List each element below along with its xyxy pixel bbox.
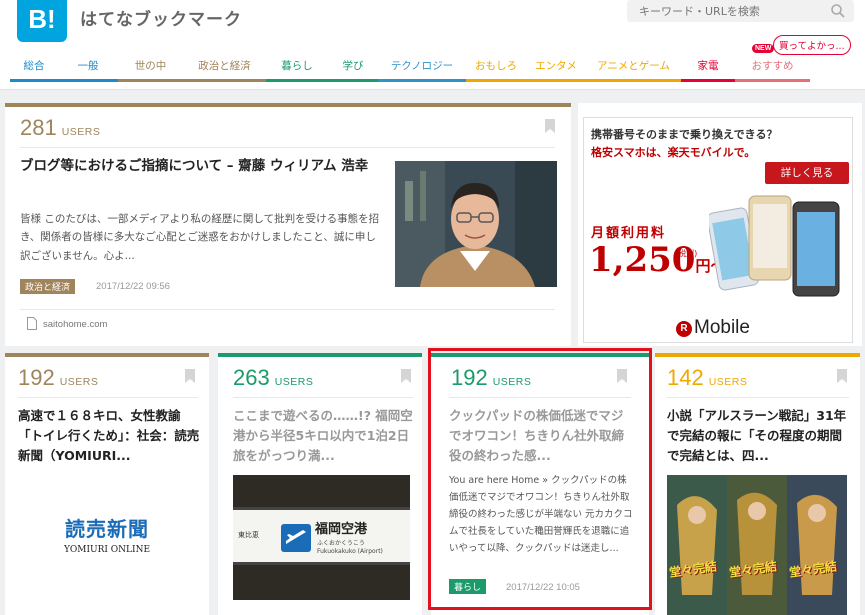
entry-photo[interactable]: 東比恵 福岡空港 ふくおかくうこう Fukuokakuko (Airport) [233,475,410,600]
brand-name[interactable]: はてなブックマーク [80,5,242,30]
category-tag[interactable]: 政治と経済 [20,279,76,294]
ad-price: 1,250円〜 [589,240,725,280]
divider [667,397,849,398]
page-icon [27,317,37,330]
bookmark-icon[interactable] [545,119,555,133]
nav-tab-2[interactable]: 世の中 [118,58,183,82]
yomiuri-logo-en: YOMIURI ONLINE [63,545,151,555]
search-icon[interactable] [830,3,846,19]
divider [233,397,413,398]
entry-card[interactable]: 192 USERS クックパッドの株価低迷でマジでオワコン！ちきりん社外取締役の終… [431,353,649,615]
users-number: 142 [667,365,704,390]
users-number: 281 [20,115,57,140]
ad-line1: 携帯番号そのままで乗り換えできる？ [591,128,778,141]
nav-tab-6[interactable]: テクノロジー [378,58,466,82]
users-count[interactable]: 192 USERS [451,365,531,391]
main-entry-card[interactable]: 281 USERS ブログ等におけるご指摘について – 齋藤 ウィリアム 浩幸 皆… [5,103,571,346]
nav-tab-9[interactable]: アニメとゲーム [586,58,681,82]
divider [18,397,198,398]
bookmark-icon[interactable] [185,369,195,383]
rakuten-r-icon: R [676,321,692,337]
entry-title[interactable]: ここまで遊べるの……!? 福岡空港から半径5キロ以内で1泊2日旅をがっつり満..… [233,406,415,466]
category-tag[interactable]: 暮らし [449,579,487,594]
users-count[interactable]: 281 USERS [20,115,100,141]
recommend-bubble[interactable]: 買ってよかっ... [773,35,851,55]
card-top-bar [655,353,860,357]
search-box[interactable] [627,0,854,22]
bookmark-icon[interactable] [617,369,627,383]
nav-tab-4[interactable]: 暮らし [266,58,328,82]
ad-cta-button[interactable]: 詳しく見る [765,162,849,184]
new-badge: NEW [752,44,775,53]
card-top-bar [5,353,209,357]
airplane-icon [281,524,311,552]
ad-brand: R Mobile [676,317,750,339]
entry-title[interactable]: クックパッドの株価低迷でマジでオワコン！ちきりん社外取締役の終わった感... [449,406,634,466]
divider [20,147,555,148]
category-nav: 総合 一般 世の中 政治と経済 暮らし 学び テクノロジー おもしろ エンタメ アニメとゲーム 家電… [10,58,860,82]
entry-title[interactable]: 高速で１６８キロ、女性教諭「トイレ行くため」：社会：読売新聞（YOMIURI..… [18,406,200,466]
bookmark-icon[interactable] [837,369,847,383]
entry-summary: 皆様 このたびは、一部メディアより私の経歴に関して批判を受ける事態を招き、関係者… [20,213,380,262]
entry-date: 2017/12/22 09:56 [96,281,170,292]
phones-image [709,195,840,297]
hatena-logo[interactable]: B! [17,0,67,42]
users-number: 192 [451,365,488,390]
nav-tab-11[interactable]: おすすめ [735,58,810,82]
users-label: USERS [492,376,532,388]
entry-photo[interactable] [395,161,557,287]
users-label: USERS [274,376,314,388]
ad-price-label: 月額利用料 [591,226,667,241]
entry-card[interactable]: 192 USERS 高速で１６８キロ、女性教諭「トイレ行くため」：社会：読売新聞（… [5,353,209,615]
nav-tab-10[interactable]: 家電 [681,58,735,82]
ad-brand-name: Mobile [694,317,750,338]
search-input[interactable] [639,3,819,19]
entry-date: 2017/12/22 10:05 [506,582,580,593]
divider [449,397,631,398]
users-count[interactable]: 263 USERS [233,365,313,391]
entry-site[interactable]: saitohome.com [43,319,107,330]
station-sign: 東比恵 福岡空港 ふくおかくうこう Fukuokakuko (Airport) [233,507,410,565]
ad-price-value: 1,250 [589,240,696,280]
ad-line2: 格安スマホは、楽天モバイルで。 [591,146,756,159]
card-top-bar [431,353,649,357]
yomiuri-logo[interactable]: 読売新聞 YOMIURI ONLINE [5,513,209,555]
users-count[interactable]: 142 USERS [667,365,747,391]
ad-price-tax: (税別) [675,249,698,258]
nav-tab-3[interactable]: 政治と経済 [183,58,266,82]
users-number: 192 [18,365,55,390]
yomiuri-logo-jp: 読売新聞 [65,517,149,541]
entry-card[interactable]: 263 USERS ここまで遊べるの……!? 福岡空港から半径5キロ以内で1泊2日… [218,353,422,615]
nav-tab-7[interactable]: おもしろ [466,58,526,82]
bookmark-icon[interactable] [401,369,411,383]
station-sign-sub: ふくおかくうこう [317,540,365,547]
card-top-bar [5,103,571,107]
ad-frame: 携帯番号そのままで乗り換えできる？ 格安スマホは、楽天モバイルで。 詳しく見る … [583,117,853,343]
nav-tab-1[interactable]: 一般 [58,58,118,82]
entry-card[interactable]: 142 USERS 小説「アルスラーン戦記」31年で完結の報に「その程度の期間で完… [655,353,860,615]
users-label: USERS [61,126,101,138]
station-sign-en: Fukuokakuko (Airport) [317,548,383,555]
nav-tab-8[interactable]: エンタメ [526,58,586,82]
entry-title[interactable]: 小説「アルスラーン戦記」31年で完結の報に「その程度の期間で完結とは、四... [667,406,853,466]
users-label: USERS [59,376,99,388]
card-top-bar [218,353,422,357]
users-number: 263 [233,365,270,390]
entry-photo[interactable]: 堂々完結 堂々完結 堂々完結 [667,475,847,615]
nav-tab-0[interactable]: 総合 [10,58,58,82]
station-sign-left: 東比恵 [238,531,259,539]
nav-tab-5[interactable]: 学び [328,58,378,82]
entry-title[interactable]: ブログ等におけるご指摘について – 齋藤 ウィリアム 浩幸 [20,156,385,178]
entry-summary: You are here Home » クックパッドの株価低迷でマジでオワコン！… [449,475,633,554]
users-count[interactable]: 192 USERS [18,365,98,391]
site-header: B! はてなブックマーク 買ってよかっ... NEW 総合一般世の中政治と経済暮… [0,0,865,90]
station-sign-main: 福岡空港 [315,522,368,537]
divider [20,309,555,310]
users-label: USERS [708,376,748,388]
ad-banner[interactable]: 携帯番号そのままで乗り換えできる？ 格安スマホは、楽天モバイルで。 詳しく見る … [578,103,862,346]
